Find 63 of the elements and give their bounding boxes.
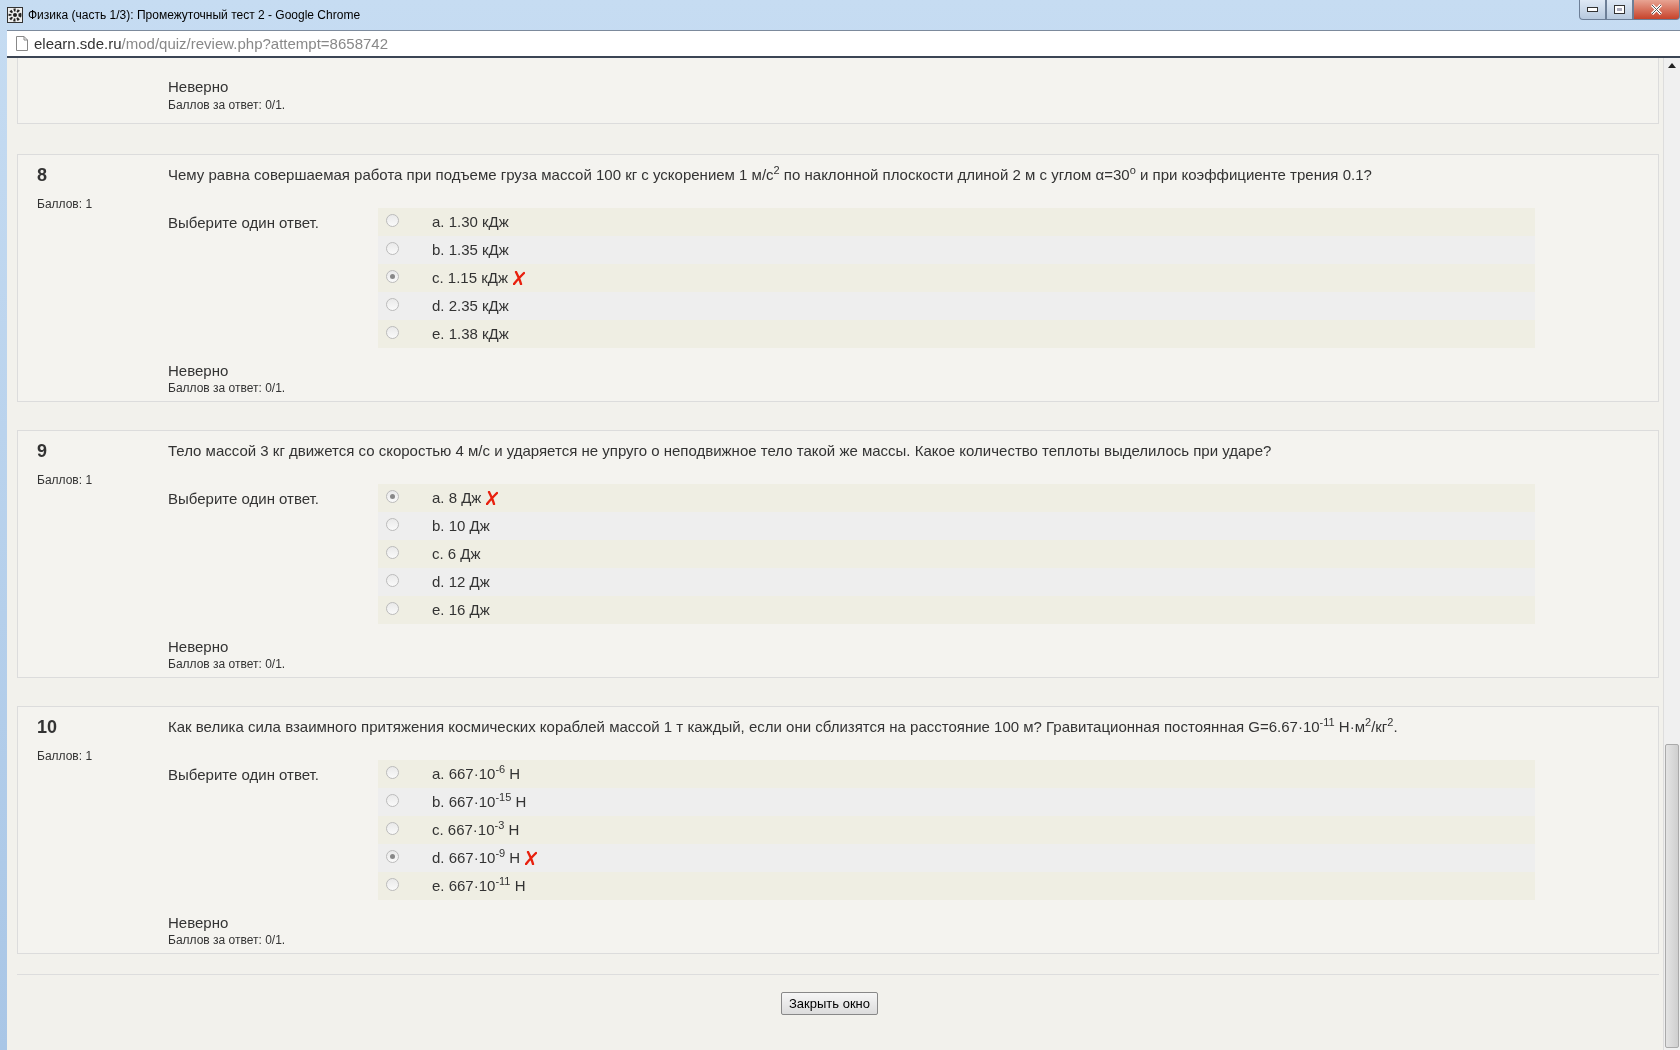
answer-option: d. 12 Дж <box>432 568 490 596</box>
answer-option: c. 1.15 кДж <box>432 264 508 292</box>
answer-score: Баллов за ответ: 0/1. <box>168 98 287 112</box>
question-text: Тело массой 3 кг движется со скоростью 4 м/с и ударяется не упруго о неподвижное тело такой же массы. Какое количество теплоты выделилось при ударе? <box>168 441 1273 461</box>
answer-option: e. 1.38 кДж <box>432 320 509 348</box>
minimize-button[interactable] <box>1579 0 1606 20</box>
answer-option: d. 667·10$^{-9}$ Н <box>432 844 521 872</box>
radio-button[interactable] <box>386 298 399 311</box>
result-status: Неверно <box>168 638 230 655</box>
question-number: 9 <box>37 441 48 461</box>
radio-button[interactable] <box>386 242 399 255</box>
answer-prompt: Выберите один ответ. <box>168 213 320 233</box>
close-button[interactable] <box>1633 0 1680 20</box>
question-points: Баллов: 1 <box>37 749 94 763</box>
close-icon <box>1650 4 1663 15</box>
radio-button[interactable] <box>386 878 399 891</box>
close-window-button[interactable]: Закрыть окно <box>781 992 878 1015</box>
gear-icon <box>7 7 23 23</box>
result-status: Неверно <box>168 362 230 379</box>
maximize-icon <box>1614 5 1625 14</box>
answer-option: c. 667·10$^{-3}$ Н <box>432 816 520 844</box>
answer-score: Баллов за ответ: 0/1. <box>168 381 287 395</box>
answer-score: Баллов за ответ: 0/1. <box>168 657 287 671</box>
radio-button[interactable] <box>386 214 399 227</box>
radio-button[interactable] <box>386 794 399 807</box>
answer-score: Баллов за ответ: 0/1. <box>168 933 287 947</box>
answer-option: b. 667·10$^{-15}$ Н <box>432 788 527 816</box>
maximize-button[interactable] <box>1606 0 1633 20</box>
scrollbar-thumb[interactable] <box>1665 744 1679 1048</box>
answer-option: b. 10 Дж <box>432 512 490 540</box>
radio-button[interactable] <box>386 270 399 283</box>
question-text: Как велика сила взаимного притяжения космических кораблей массой 1 т каждый, если они сблизятся на расстояние 100 м? Гравитационная постоянная G=6.67·10$^{-11}$ Н·м$^{2}$/кг$^{2}$. <box>168 717 1399 737</box>
radio-button[interactable] <box>386 766 399 779</box>
radio-button[interactable] <box>386 850 399 863</box>
question-points: Баллов: 1 <box>37 473 94 487</box>
scroll-up-icon[interactable] <box>1668 63 1676 68</box>
answer-prompt: Выберите один ответ. <box>168 489 320 509</box>
radio-button[interactable] <box>386 822 399 835</box>
question-number: 10 <box>37 717 59 737</box>
window-title: Физика (часть 1/3): Промежуточный тест 2 - Google Chrome <box>28 8 361 22</box>
question-number: 8 <box>37 165 48 185</box>
answer-option: e. 16 Дж <box>432 596 490 624</box>
answer-option: d. 2.35 кДж <box>432 292 509 320</box>
radio-button[interactable] <box>386 490 399 503</box>
address-url[interactable]: elearn.sde.ru/mod/quiz/review.php?attempt=8658742 <box>34 35 388 52</box>
radio-button[interactable] <box>386 574 399 587</box>
answer-option: a. 667·10$^{-6}$ Н <box>432 760 521 788</box>
question-text: Чему равна совершаемая работа при подъеме груза массой 100 кг с ускорением 1 м/с$^{2}$ по наклонной плоскости длиной 2 м с углом α=30$^{o}$ и при коэффициенте трения 0.1? <box>168 165 1373 185</box>
radio-button[interactable] <box>386 602 399 615</box>
page-icon <box>16 36 28 51</box>
answer-option: c. 6 Дж <box>432 540 481 568</box>
radio-button[interactable] <box>386 326 399 339</box>
answer-prompt: Выберите один ответ. <box>168 765 320 785</box>
result-status: Неверно <box>168 914 230 931</box>
radio-button[interactable] <box>386 546 399 559</box>
answer-option: a. 1.30 кДж <box>432 208 509 236</box>
answer-option: b. 1.35 кДж <box>432 236 509 264</box>
answer-option: e. 667·10$^{-11}$ Н <box>432 872 526 900</box>
minimize-icon <box>1587 7 1598 12</box>
radio-button[interactable] <box>386 518 399 531</box>
answer-option: a. 8 Дж <box>432 484 482 512</box>
question-points: Баллов: 1 <box>37 197 94 211</box>
result-status: Неверно <box>168 78 230 95</box>
